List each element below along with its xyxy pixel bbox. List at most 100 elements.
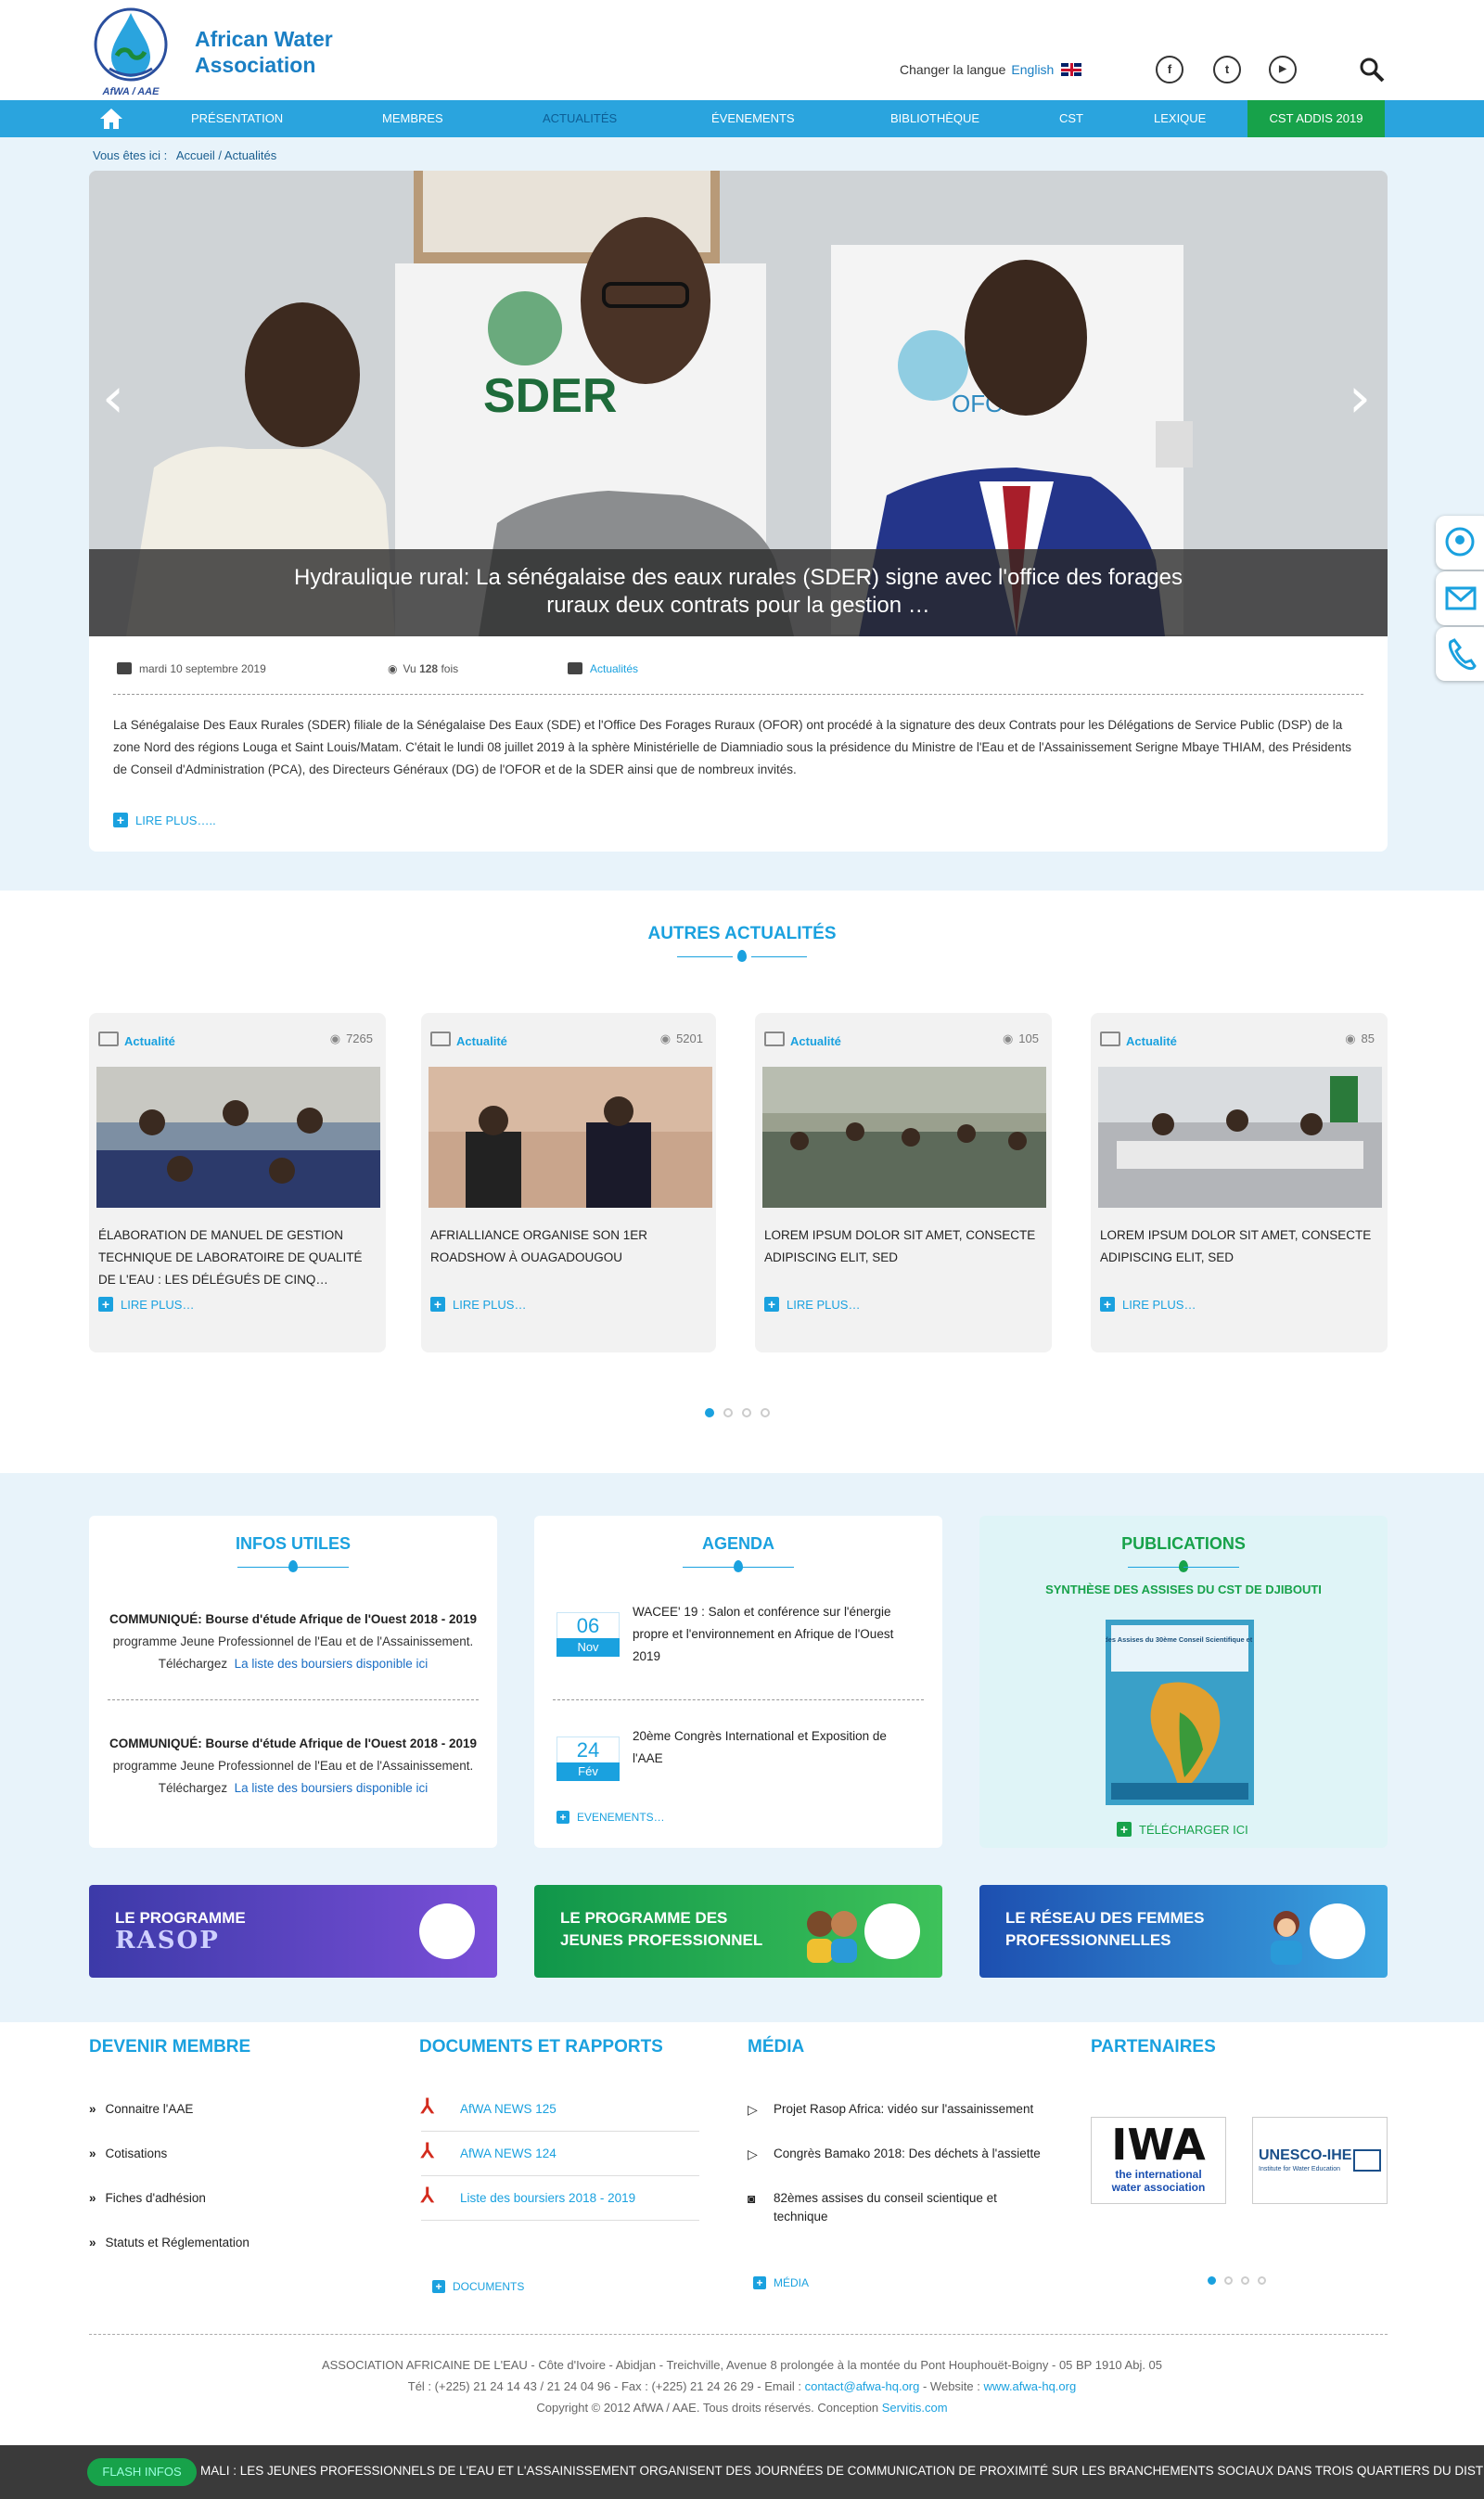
communique-link[interactable]: La liste des boursiers disponible ici — [235, 1781, 429, 1795]
website-link[interactable]: www.afwa-hq.org — [984, 2379, 1077, 2393]
nav-item-membres[interactable]: MEMBRES — [382, 100, 443, 137]
publication-cover[interactable]: Synthèse des Assises du 30ème Conseil Sc… — [1106, 1620, 1254, 1805]
views-prefix: Vu — [403, 662, 416, 675]
afwa-logo-icon — [1310, 1903, 1365, 1959]
media-link[interactable]: ◙ 82èmes assises du conseil scientique et… — [748, 2189, 1026, 2226]
article-category-link[interactable]: Actualités — [590, 662, 638, 675]
nav-item-cst[interactable]: CST — [1059, 100, 1083, 137]
document-link[interactable]: ⅄ Liste des boursiers 2018 - 2019 — [421, 2176, 699, 2221]
nav-item-presentation[interactable]: PRÉSENTATION — [191, 100, 283, 137]
designer-link[interactable]: Servitis.com — [882, 2401, 948, 2415]
water-drop-icon — [677, 948, 807, 967]
card-read-more[interactable]: + LIRE PLUS… — [764, 1297, 860, 1314]
home-icon[interactable] — [93, 100, 130, 137]
iwa-logo[interactable]: IWA the international water association — [1091, 2117, 1226, 2204]
card-title[interactable]: AFRIALLIANCE ORGANISE SON 1er ROADSHOW à… — [430, 1224, 709, 1269]
slider-next-icon[interactable]: › — [1349, 370, 1375, 426]
download-button[interactable]: + TÉLÉCHARGER ICI — [1117, 1822, 1248, 1839]
unesco-logo-text: UNESCO-IHE — [1259, 2147, 1352, 2163]
carousel-dot[interactable] — [742, 1408, 751, 1417]
event-title[interactable]: WACEE' 19 : Salon et conférence sur l'én… — [633, 1601, 911, 1668]
afwa-logo-icon — [864, 1903, 920, 1959]
nav-item-bibliotheque[interactable]: BIBLIOTHÈQUE — [890, 100, 979, 137]
card-category[interactable]: Actualité — [98, 1032, 175, 1048]
footer-link[interactable]: Statuts et Réglementation — [89, 2236, 249, 2249]
nav-item-evenements[interactable]: ÉVENEMENTS — [711, 100, 795, 137]
unesco-ihe-logo[interactable]: UNESCO-IHE Institute for Water Education — [1252, 2117, 1388, 2204]
side-phone-button[interactable] — [1436, 627, 1484, 681]
card-category[interactable]: Actualité — [1100, 1032, 1177, 1048]
slider-prev-icon[interactable]: ‹ — [102, 370, 128, 426]
email-link[interactable]: contact@afwa-hq.org — [805, 2379, 920, 2393]
young-professionals-banner[interactable]: LE PROGRAMME DES JEUNES PROFESSIONNEL — [534, 1885, 942, 1978]
card-read-more[interactable]: + LIRE PLUS… — [430, 1297, 526, 1314]
card-title[interactable]: LOREM IPSUM DOLOR SIT AMET, CONSECTE ADI… — [764, 1224, 1043, 1269]
communique-title: COMMUNIQUÉ: Bourse d'étude Afrique de l'… — [109, 1736, 477, 1750]
news-card[interactable]: Actualité 7265 ÉLABORATION DE MANUEL DE … — [89, 1013, 386, 1352]
media-link[interactable]: ▷ Projet Rasop Africa: vidéo sur l'assain… — [748, 2100, 1054, 2119]
document-link[interactable]: ⅄ AfWA NEWS 124 — [421, 2132, 699, 2176]
event-day: 06 — [556, 1612, 620, 1638]
website-label: - Website : — [922, 2379, 980, 2393]
breadcrumb-home[interactable]: Accueil — [176, 148, 215, 162]
read-more-button[interactable]: + LIRE PLUS….. — [113, 813, 216, 829]
news-card[interactable]: Actualité 5201 AFRIALLIANCE ORGANISE SON… — [421, 1013, 716, 1352]
afwa-logo[interactable]: AfWA / AAE — [93, 4, 169, 98]
partners-dot[interactable] — [1241, 2276, 1249, 2285]
youtube-icon[interactable]: ▶ — [1269, 56, 1297, 83]
card-category[interactable]: Actualité — [764, 1032, 841, 1048]
search-icon[interactable] — [1358, 56, 1386, 83]
footer-link[interactable]: Fiches d'adhésion — [89, 2191, 206, 2205]
card-title[interactable]: LOREM IPSUM DOLOR SIT AMET, CONSECTE ADI… — [1100, 1224, 1378, 1269]
nav-item-cst-addis[interactable]: CST ADDIS 2019 — [1247, 100, 1385, 137]
event-title[interactable]: 20ème Congrès International et Expositio… — [633, 1725, 911, 1770]
documents-more-label: DOCUMENTS — [453, 2280, 525, 2293]
events-more-button[interactable]: + EVENEMENTS… — [556, 1811, 665, 1824]
article-excerpt: La Sénégalaise Des Eaux Rurales (SDER) f… — [113, 718, 1351, 776]
flash-ticker[interactable]: MALI : LES JEUNES PROFESSIONNELS DE L'EA… — [200, 2464, 1484, 2478]
media-more-button[interactable]: + MÉDIA — [753, 2276, 809, 2289]
side-support-button[interactable] — [1436, 516, 1484, 570]
read-more-label: LIRE PLUS… — [453, 1298, 527, 1312]
media-link[interactable]: ▷ Congrès Bamako 2018: Des déchets à l'as… — [748, 2145, 1054, 2163]
news-slider[interactable]: SDER OFOR ‹ › Hydraulique rural: La séné… — [89, 171, 1388, 636]
card-read-more[interactable]: + LIRE PLUS… — [98, 1297, 194, 1314]
language-value[interactable]: English — [1011, 62, 1054, 77]
card-category[interactable]: Actualité — [430, 1032, 507, 1048]
communique-link[interactable]: La liste des boursiers disponible ici — [235, 1657, 429, 1671]
partners-dot[interactable] — [1208, 2276, 1216, 2285]
partners-dot[interactable] — [1258, 2276, 1266, 2285]
uk-flag-icon[interactable] — [1061, 63, 1082, 76]
footer-link[interactable]: Cotisations — [89, 2147, 168, 2160]
language-switcher[interactable]: Changer la langue English — [900, 62, 1082, 77]
news-card[interactable]: Actualité 85 LOREM IPSUM DOLOR SIT AMET,… — [1091, 1013, 1388, 1352]
rasop-banner[interactable]: LE PROGRAMME RASOP — [89, 1885, 497, 1978]
footer-link[interactable]: Connaitre l'AAE — [89, 2102, 194, 2116]
news-card[interactable]: Actualité 105 LOREM IPSUM DOLOR SIT AMET… — [755, 1013, 1052, 1352]
card-title[interactable]: ÉLABORATION DE MANUEL DE GESTION TECHNIQ… — [98, 1224, 377, 1291]
facebook-icon[interactable]: f — [1156, 56, 1183, 83]
read-more-label: LIRE PLUS… — [121, 1298, 195, 1312]
carousel-dot[interactable] — [723, 1408, 733, 1417]
carousel-dot[interactable] — [705, 1408, 714, 1417]
play-icon: ▷ — [748, 2147, 758, 2161]
media-column: MÉDIA — [748, 2037, 804, 2057]
site-brand[interactable]: African Water Association — [195, 26, 333, 78]
document-link[interactable]: ⅄ AfWA NEWS 125 — [421, 2087, 699, 2132]
card-read-more[interactable]: + LIRE PLUS… — [1100, 1297, 1196, 1314]
carousel-dot[interactable] — [761, 1408, 770, 1417]
card-image — [429, 1067, 712, 1208]
article-date: mardi 10 septembre 2019 — [117, 662, 266, 675]
side-newsletter-button[interactable] — [1436, 571, 1484, 625]
nav-item-actualites[interactable]: ACTUALITÉS — [543, 100, 617, 137]
nav-item-lexique[interactable]: LEXIQUE — [1154, 100, 1206, 137]
pdf-icon: ⅄ — [421, 2139, 434, 2162]
plus-icon: + — [113, 813, 128, 827]
women-network-banner[interactable]: LE RÉSEAU DES FEMMES PROFESSIONNELLES — [979, 1885, 1388, 1978]
documents-more-button[interactable]: + DOCUMENTS — [432, 2280, 524, 2293]
twitter-icon[interactable]: t — [1213, 56, 1241, 83]
partners-dot[interactable] — [1224, 2276, 1233, 2285]
publications-subtitle: SYNTHÈSE DES ASSISES DU CST DE DJIBOUTI — [1045, 1583, 1322, 1596]
docs-title: DOCUMENTS ET RAPPORTS — [419, 2037, 663, 2057]
slider-caption[interactable]: Hydraulique rural: La sénégalaise des ea… — [89, 549, 1388, 636]
